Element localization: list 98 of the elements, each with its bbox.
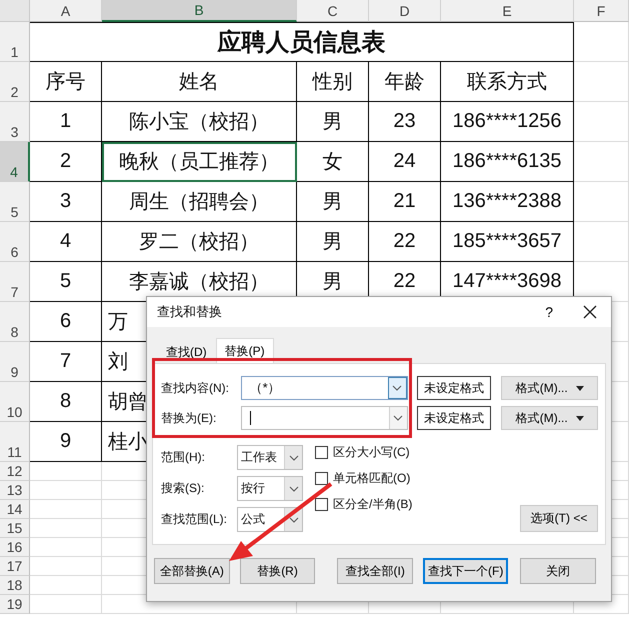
row-header[interactable]: 3 [0, 102, 30, 142]
table-cell: 周生（招聘会） [102, 182, 297, 222]
table-cell: 5 [30, 262, 102, 302]
chevron-down-icon[interactable] [393, 415, 404, 421]
format-status-button[interactable]: 未设定格式 [416, 406, 492, 430]
option-label: 搜索(S): [161, 480, 206, 497]
table-cell: 6 [30, 302, 102, 342]
row-header[interactable]: 18 [0, 576, 30, 595]
row-header[interactable]: 2 [0, 62, 30, 102]
row-header[interactable]: 9 [0, 342, 30, 382]
column-header[interactable]: A [30, 0, 102, 22]
text-combo-field[interactable] [240, 406, 408, 430]
dialog-button[interactable]: 替换(R) [240, 558, 316, 584]
table-cell: 185****3657 [441, 222, 574, 262]
field-label: 查找内容(N): [161, 380, 230, 396]
dialog-tab[interactable]: 查找(D) [157, 341, 216, 363]
table-title: 应聘人员信息表 [30, 22, 574, 62]
column-header[interactable]: B [102, 0, 297, 22]
table-cell: 186****1256 [441, 102, 574, 142]
chevron-down-icon[interactable] [288, 454, 298, 460]
table-cell: 男 [297, 222, 369, 262]
row-header[interactable]: 19 [0, 595, 30, 614]
table-cell: 女 [297, 142, 369, 182]
table-cell: 4 [30, 222, 102, 262]
row-header[interactable]: 15 [0, 519, 30, 538]
row-header[interactable]: 6 [0, 222, 30, 262]
grid-cell [574, 142, 629, 182]
grid-cell [574, 62, 629, 102]
table-cell: 罗二（校招） [102, 222, 297, 262]
table-cell: 136****2388 [441, 182, 574, 222]
column-header[interactable]: E [441, 0, 574, 22]
format-button[interactable]: 格式(M)... [501, 406, 598, 430]
row-header[interactable]: 14 [0, 500, 30, 519]
table-cell: 男 [297, 182, 369, 222]
table-cell: 陈小宝（校招） [102, 102, 297, 142]
dialog-button[interactable]: 关闭 [520, 558, 596, 584]
checkbox[interactable] [315, 446, 328, 458]
option-label: 查找范围(L): [161, 511, 228, 528]
dialog-button[interactable]: 查找全部(I) [337, 558, 414, 584]
row-header[interactable]: 7 [0, 262, 30, 302]
table-cell: 2 [30, 142, 102, 182]
close-icon[interactable] [583, 305, 597, 319]
table-cell: 序号 [30, 62, 102, 102]
row-header[interactable]: 4 [0, 142, 30, 182]
table-cell: 3 [30, 182, 102, 222]
options-button[interactable]: 选项(T) << [520, 505, 598, 532]
dropdown-field[interactable]: 工作表 [237, 445, 303, 470]
column-header[interactable]: D [369, 0, 441, 22]
table-cell: 7 [30, 342, 102, 382]
dropdown-field[interactable]: 按行 [237, 476, 303, 501]
row-header[interactable]: 1 [0, 22, 30, 62]
column-header[interactable]: C [297, 0, 369, 22]
table-cell: 1 [30, 102, 102, 142]
table-cell: 8 [30, 382, 102, 422]
chevron-down-icon[interactable] [288, 486, 298, 492]
dialog-button[interactable]: 查找下一个(F) [423, 558, 508, 584]
table-cell: 186****6135 [441, 142, 574, 182]
grid-cell [574, 22, 629, 62]
column-header[interactable]: F [574, 0, 629, 22]
checkbox-label: 区分大小写(C) [333, 444, 410, 460]
table-cell: 性别 [297, 62, 369, 102]
table-cell: 22 [369, 222, 441, 262]
row-header[interactable]: 11 [0, 422, 30, 462]
row-header[interactable]: 16 [0, 538, 30, 557]
grid-cell [574, 102, 629, 142]
dialog-title: 查找和替换 [157, 303, 222, 321]
row-header[interactable]: 12 [0, 462, 30, 481]
row-header[interactable]: 10 [0, 382, 30, 422]
triangle-down-icon [576, 386, 584, 390]
row-header[interactable]: 5 [0, 182, 30, 222]
checkbox[interactable] [315, 498, 328, 510]
text-combo-field[interactable]: （*） [240, 376, 408, 400]
table-cell: 联系方式 [441, 62, 574, 102]
format-button[interactable]: 格式(M)... [501, 376, 598, 400]
table-cell: 年龄 [369, 62, 441, 102]
table-cell: 9 [30, 422, 102, 462]
row-header[interactable]: 17 [0, 557, 30, 576]
table-cell: 姓名 [102, 62, 297, 102]
table-cell: 21 [369, 182, 441, 222]
row-header[interactable]: 8 [0, 302, 30, 342]
table-cell: 23 [369, 102, 441, 142]
checkbox-label: 单元格匹配(O) [333, 470, 410, 486]
dialog-button[interactable]: 全部替换(A) [154, 558, 230, 584]
format-status-button[interactable]: 未设定格式 [416, 376, 492, 400]
grid-cell [574, 182, 629, 222]
table-cell: 晚秋（员工推荐） [102, 142, 297, 182]
chevron-down-icon[interactable] [288, 516, 298, 522]
grid-cell [574, 222, 629, 262]
grid-cell [30, 595, 102, 614]
dropdown-field[interactable]: 公式 [237, 507, 303, 532]
triangle-down-icon [576, 416, 584, 420]
row-header[interactable]: 13 [0, 481, 30, 500]
chevron-down-icon[interactable] [392, 385, 402, 391]
table-cell: 24 [369, 142, 441, 182]
checkbox-label: 区分全/半角(B) [333, 496, 412, 512]
table-cell: 男 [297, 102, 369, 142]
checkbox[interactable] [315, 472, 328, 484]
help-button[interactable]: ? [541, 304, 557, 320]
